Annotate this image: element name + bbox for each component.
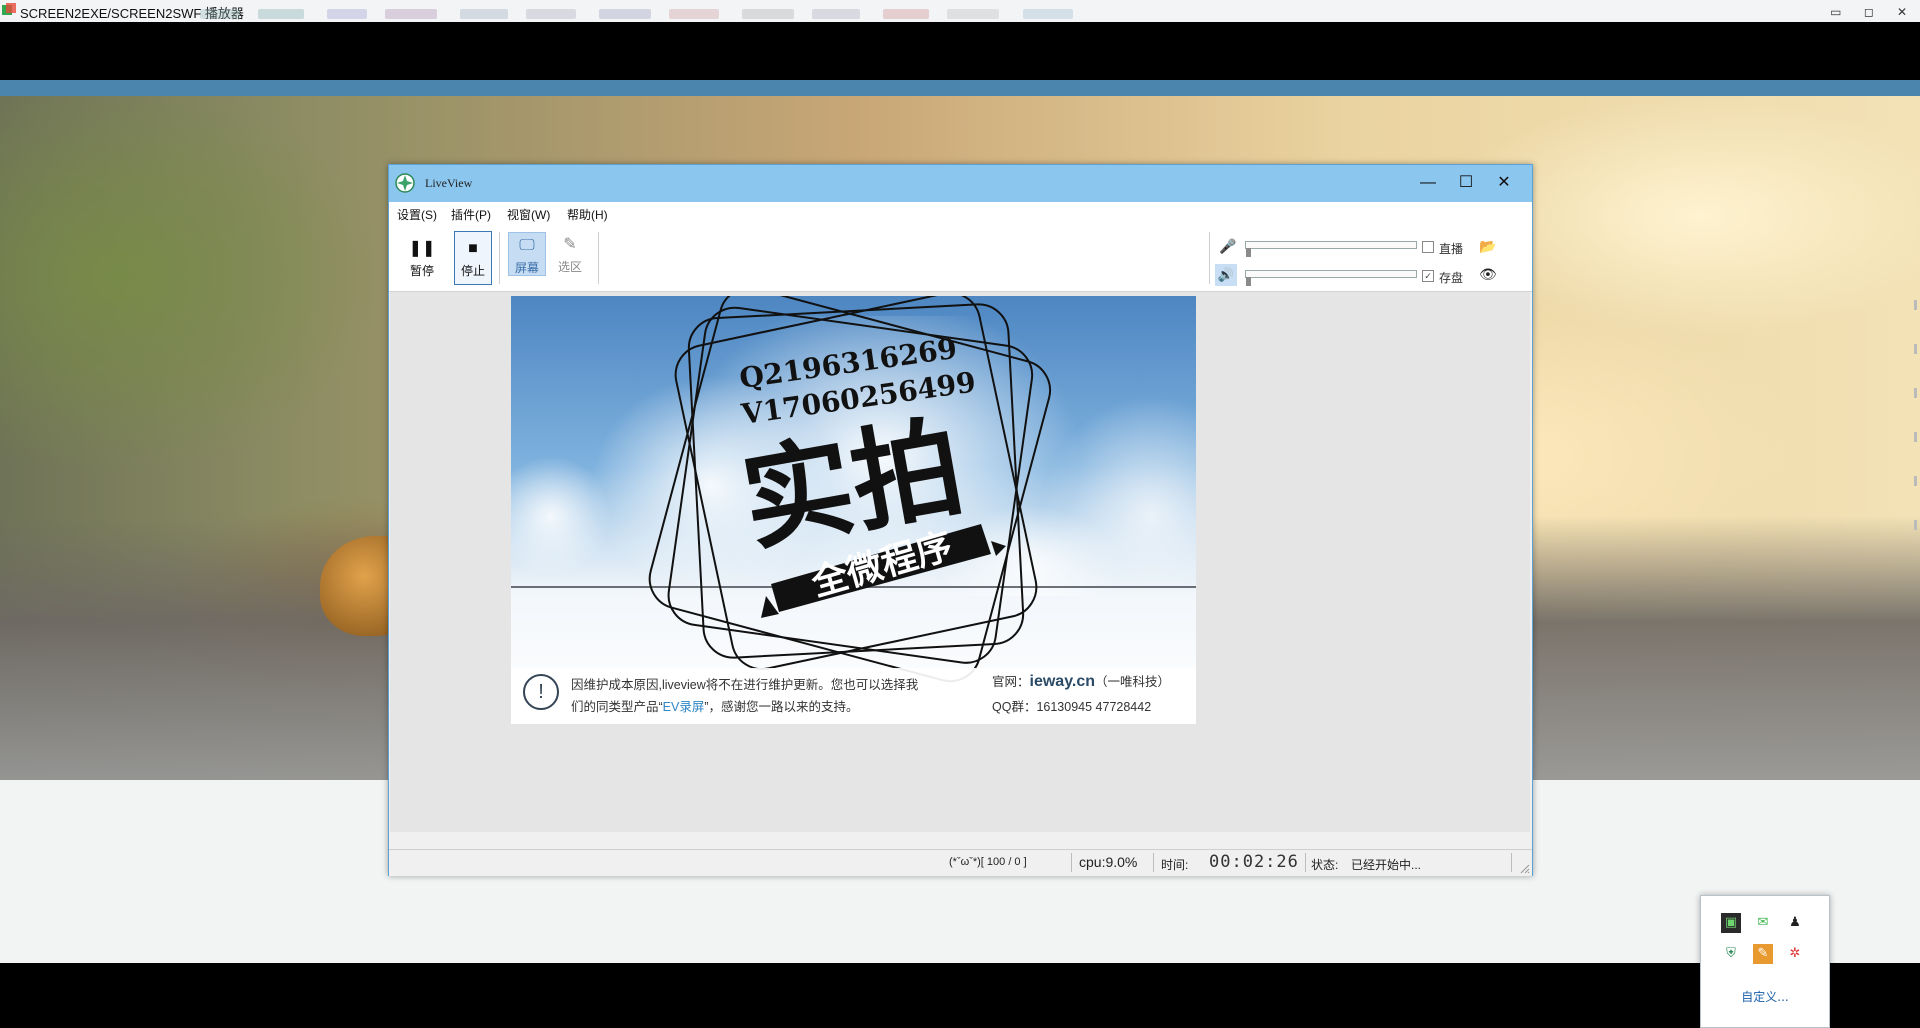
screen-label: 屏幕: [514, 261, 539, 275]
desktop-strip: [0, 80, 1920, 96]
preview-area: Q2196316269 V17060256499 实拍 全微程序 ! 因维护成本…: [390, 292, 1530, 832]
microphone-volume-slider[interactable]: [1245, 241, 1417, 257]
shield-icon[interactable]: ⛨: [1721, 944, 1741, 964]
toolbar: ❚❚ 暂停 ■ 停止 🖵 屏幕 ✎ 选区 🎤 🔊 直播 ✓ 存盘 📂 👁: [389, 224, 1532, 292]
menu-window[interactable]: 视窗(W): [507, 206, 550, 223]
state-label: 状态:: [1311, 858, 1339, 872]
eye-icon[interactable]: 👁: [1479, 266, 1497, 283]
stop-label: 停止: [460, 264, 485, 278]
nvidia-icon[interactable]: ▣: [1721, 913, 1741, 933]
background-tabs: [200, 4, 1760, 19]
liveview-title: LiveView: [425, 176, 473, 190]
pause-button[interactable]: ❚❚ 暂停: [404, 232, 440, 284]
recording-timer: 00:02:26: [1209, 852, 1299, 872]
customize-link[interactable]: 自定义...: [1701, 988, 1829, 1005]
menu-help[interactable]: 帮助(H): [567, 206, 608, 223]
player-minimize-button[interactable]: ▭: [1822, 2, 1850, 22]
ev-product-link[interactable]: EV录屏: [663, 700, 705, 714]
letterbox-bottom: [0, 963, 1920, 1026]
notice-line1: 因维护成本原因,liveview将不在进行维护更新。您也可以选择我: [571, 678, 919, 692]
save-checkbox[interactable]: ✓: [1422, 270, 1434, 282]
menu-settings[interactable]: 设置(S): [397, 206, 437, 223]
capture-preview: Q2196316269 V17060256499 实拍 全微程序 ! 因维护成本…: [511, 296, 1196, 724]
qq-group: QQ群：16130945 47728442: [992, 700, 1152, 714]
scroll-markers: [1914, 300, 1918, 600]
watermark-stamp: Q2196316269 V17060256499 实拍 全微程序: [648, 296, 1052, 683]
liveview-window: LiveView — ☐ ✕ 设置(S) 插件(P) 视窗(W) 帮助(H) ❚…: [388, 164, 1533, 876]
status-bar: (*ˇωˇ*)[ 100 / 0 ] cpu:9.0% 时间: 00:02:26…: [389, 849, 1532, 876]
maximize-button[interactable]: ☐: [1451, 171, 1481, 195]
speaker-icon[interactable]: 🔊: [1215, 264, 1237, 286]
folder-icon[interactable]: 📂: [1479, 238, 1496, 255]
monitor-icon: 🖵: [519, 237, 535, 254]
notice-line2: 们的同类型产品“EV录屏”，感谢您一路以来的支持。: [571, 700, 859, 714]
wechat-icon[interactable]: ✉: [1753, 913, 1773, 933]
liveview-logo-icon: [395, 173, 415, 193]
menu-bar: 设置(S) 插件(P) 视窗(W) 帮助(H): [389, 202, 1532, 224]
official-site: 官网：ieway.cn（一唯科技）: [992, 673, 1171, 690]
qq-icon[interactable]: ♟: [1785, 913, 1805, 933]
speaker-volume-slider[interactable]: [1245, 270, 1417, 286]
close-button[interactable]: ✕: [1489, 171, 1519, 195]
stop-button[interactable]: ■ 停止: [454, 231, 492, 285]
region-edit-icon: ✎: [563, 236, 577, 253]
app-icon: [2, 3, 16, 15]
player-close-button[interactable]: ✕: [1888, 2, 1916, 22]
minimize-button[interactable]: —: [1413, 171, 1443, 195]
live-label: 直播: [1439, 242, 1464, 256]
app-icon-orange[interactable]: ✎: [1753, 944, 1773, 964]
state-value: 已经开始中...: [1351, 858, 1422, 872]
maintenance-notice: ! 因维护成本原因,liveview将不在进行维护更新。您也可以选择我 们的同类…: [511, 668, 1196, 724]
save-label: 存盘: [1439, 271, 1464, 285]
tray-popup: ▣ ✉ ♟ ⛨ ✎ ✲ 自定义...: [1700, 895, 1830, 1028]
menu-plugins[interactable]: 插件(P): [451, 206, 491, 223]
player-titlebar: SCREEN2EXE/SCREEN2SWF 播放器 ▭ ◻ ✕: [0, 0, 1920, 23]
info-icon: !: [523, 674, 559, 710]
microphone-icon[interactable]: 🎤: [1219, 238, 1236, 255]
pause-icon: ❚❚: [408, 240, 436, 257]
region-label: 选区: [557, 260, 582, 274]
time-label: 时间:: [1161, 858, 1189, 872]
gear-icon[interactable]: ✲: [1785, 944, 1805, 964]
status-face: (*ˇωˇ*)[ 100 / 0 ]: [949, 856, 1027, 868]
live-checkbox[interactable]: [1422, 241, 1434, 253]
pause-label: 暂停: [409, 264, 434, 278]
cpu-usage: cpu:9.0%: [1079, 854, 1138, 870]
player-window-buttons: ▭ ◻ ✕: [1822, 1, 1916, 21]
stop-icon: ■: [468, 240, 478, 257]
region-button[interactable]: ✎ 选区: [552, 232, 588, 274]
player-restore-button[interactable]: ◻: [1855, 2, 1883, 22]
site-domain-link[interactable]: ieway.cn: [1030, 673, 1096, 690]
screen-button[interactable]: 🖵 屏幕: [508, 232, 546, 276]
liveview-titlebar: LiveView — ☐ ✕: [389, 165, 1532, 202]
letterbox-top: [0, 22, 1920, 80]
resize-grip-icon[interactable]: [1520, 864, 1530, 874]
